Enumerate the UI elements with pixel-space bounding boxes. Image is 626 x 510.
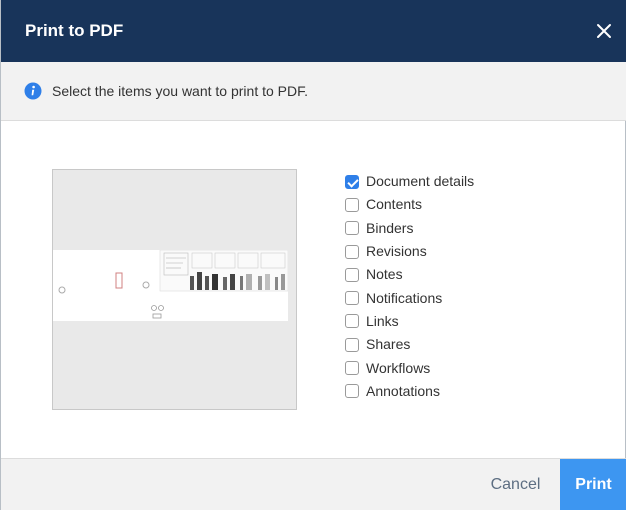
option-notifications[interactable]: Notifications xyxy=(345,286,474,309)
dialog-title: Print to PDF xyxy=(25,21,124,40)
option-binders[interactable]: Binders xyxy=(345,217,474,240)
option-notes[interactable]: Notes xyxy=(345,263,474,286)
option-label: Links xyxy=(366,312,399,329)
workflows-checkbox[interactable] xyxy=(345,361,359,376)
info-text: Select the items you want to print to PD… xyxy=(52,83,309,99)
option-label: Workflows xyxy=(366,359,431,376)
option-shares[interactable]: Shares xyxy=(345,333,474,356)
option-document-details[interactable]: Document details xyxy=(345,170,474,193)
contents-checkbox[interactable] xyxy=(345,197,359,212)
binders-checkbox[interactable] xyxy=(345,221,359,236)
info-icon xyxy=(24,82,42,100)
option-label: Binders xyxy=(366,219,414,236)
print-button[interactable]: Print xyxy=(560,459,626,510)
option-label: Notes xyxy=(366,266,403,283)
document-details-checkbox[interactable] xyxy=(345,174,359,189)
dialog-header: Print to PDF xyxy=(1,0,626,62)
option-revisions[interactable]: Revisions xyxy=(345,240,474,263)
close-button[interactable] xyxy=(589,16,619,46)
option-workflows[interactable]: Workflows xyxy=(345,356,474,379)
print-options-list: Document details Contents Binders Revisi… xyxy=(345,170,474,403)
option-label: Document details xyxy=(366,173,475,190)
option-label: Notifications xyxy=(366,289,443,306)
notifications-checkbox[interactable] xyxy=(345,291,359,306)
option-label: Annotations xyxy=(366,382,440,399)
cancel-button[interactable]: Cancel xyxy=(471,459,560,510)
document-preview xyxy=(52,169,297,410)
option-annotations[interactable]: Annotations xyxy=(345,380,474,403)
close-icon xyxy=(597,24,611,38)
option-label: Revisions xyxy=(366,243,427,260)
option-contents[interactable]: Contents xyxy=(345,193,474,216)
option-links[interactable]: Links xyxy=(345,310,474,333)
annotations-checkbox[interactable] xyxy=(345,384,359,399)
thumbnail-preview xyxy=(58,249,289,319)
revisions-checkbox[interactable] xyxy=(345,244,359,259)
info-bar: Select the items you want to print to PD… xyxy=(1,62,626,121)
preview-drawing-strip xyxy=(53,249,289,321)
option-label: Shares xyxy=(366,336,411,353)
shares-checkbox[interactable] xyxy=(345,337,359,352)
notes-checkbox[interactable] xyxy=(345,267,359,282)
dialog-footer: Cancel Print xyxy=(1,458,626,510)
links-checkbox[interactable] xyxy=(345,314,359,329)
option-label: Contents xyxy=(366,196,423,213)
print-to-pdf-dialog: Print to PDF Select the items you want t… xyxy=(0,0,626,510)
